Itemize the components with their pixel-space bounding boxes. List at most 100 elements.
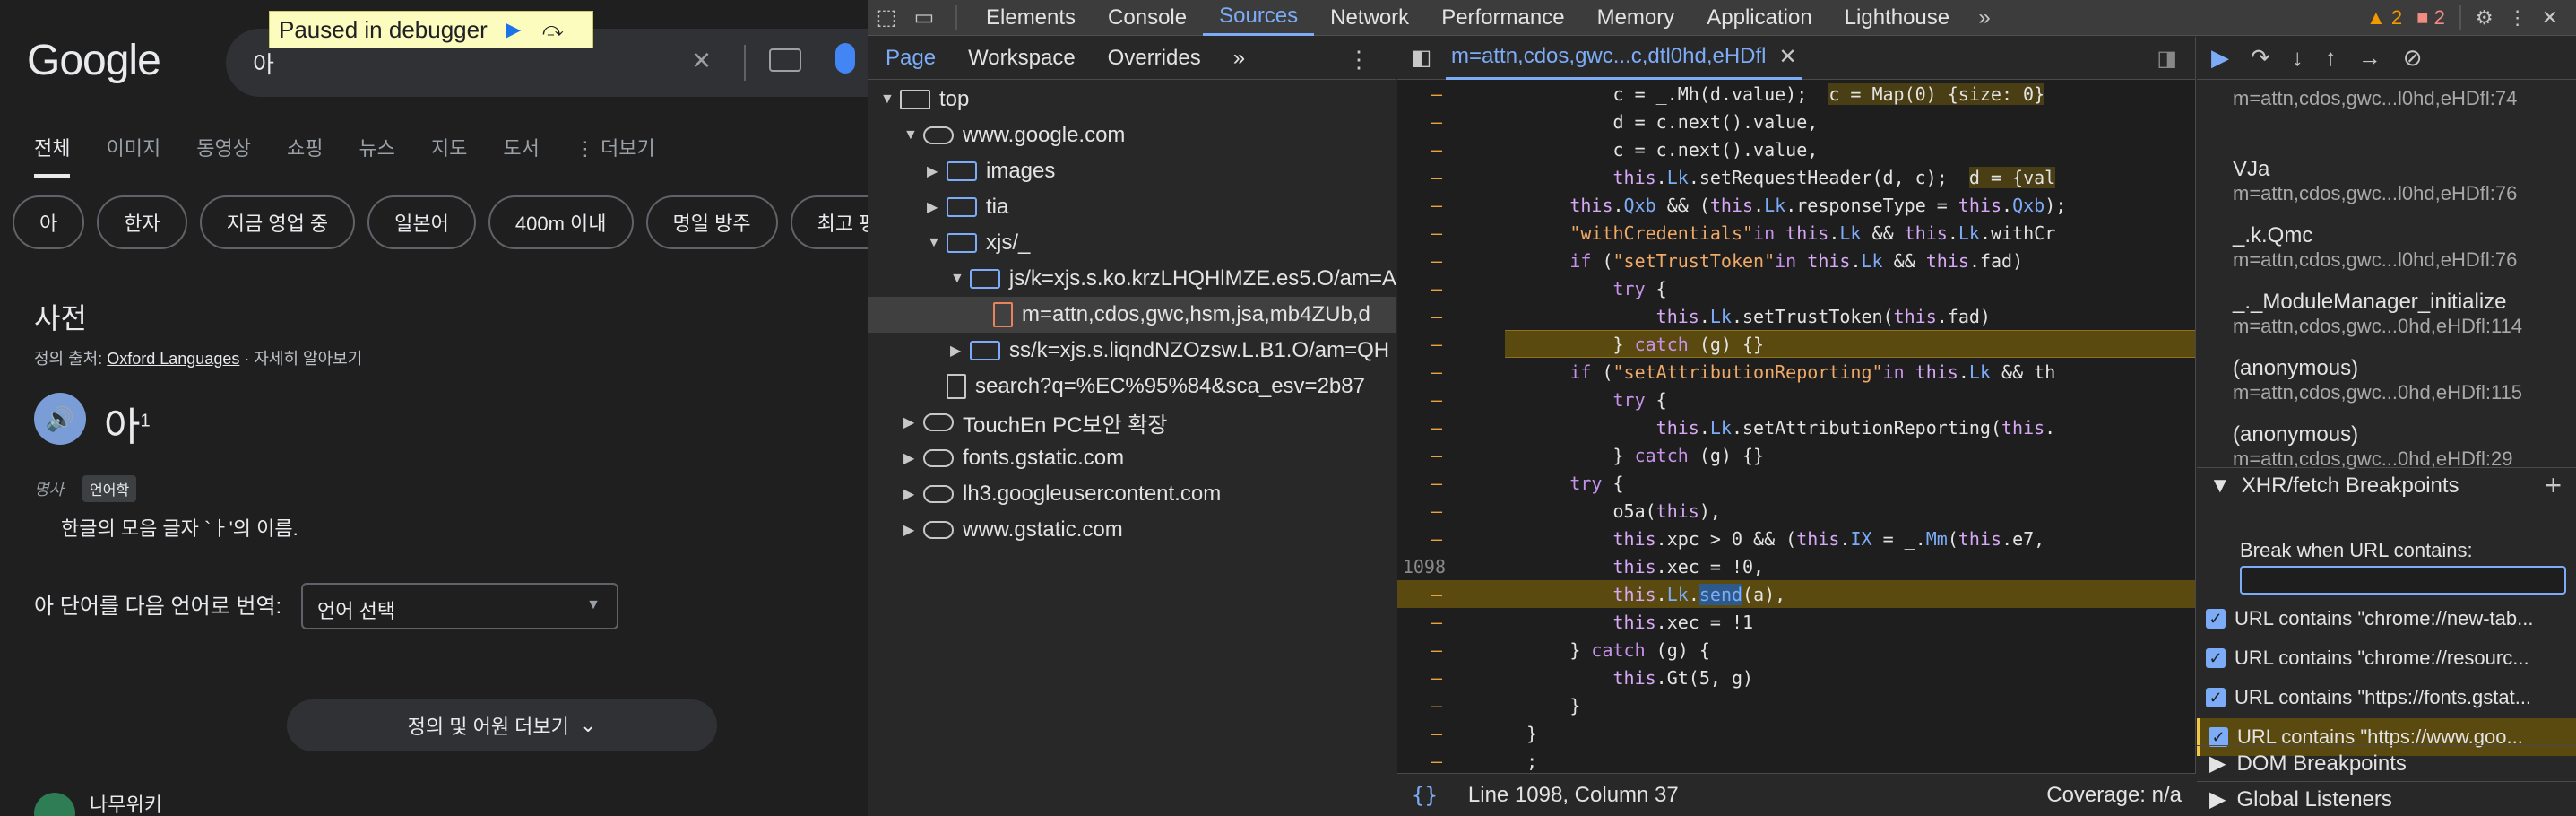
tab-memory[interactable]: Memory xyxy=(1581,0,1691,36)
chip[interactable]: 아 xyxy=(13,195,85,249)
expand-arrow-icon[interactable]: ▶ xyxy=(903,449,923,467)
step-over-icon[interactable]: ↷ xyxy=(2251,44,2270,72)
mic-icon[interactable] xyxy=(835,43,855,74)
cursor-position[interactable]: Line 1098, Column 37 xyxy=(1468,783,1679,808)
deactivate-breakpoints-icon[interactable]: ⊘ xyxy=(2403,44,2423,72)
tab-videos[interactable]: 동영상 xyxy=(196,133,251,178)
tree-node[interactable]: ▶ fonts.gstatic.com xyxy=(868,440,1396,476)
tab-page[interactable]: Page xyxy=(886,37,936,80)
resume-icon[interactable]: ▶ xyxy=(2211,44,2229,72)
xhr-breakpoint-item[interactable]: ✓ URL contains "https://fonts.gstat... xyxy=(2197,679,2576,716)
call-frame[interactable]: VJa m=attn,cdos,gwc...l0hd,eHDfl:76 xyxy=(2197,157,2576,205)
global-listeners-header[interactable]: ▶ Global Listeners xyxy=(2197,781,2576,816)
chip[interactable]: 400m 이내 xyxy=(488,195,634,249)
checkbox[interactable]: ✓ xyxy=(2206,688,2226,707)
step-over-icon[interactable]: ⤼ xyxy=(540,18,566,40)
kebab-menu-icon[interactable]: ⋮ xyxy=(2508,6,2528,30)
source-more[interactable]: · 자세히 알아보기 xyxy=(239,350,362,368)
step-icon[interactable]: → xyxy=(2358,44,2382,72)
chip[interactable]: 일본어 xyxy=(367,195,476,249)
xhr-breakpoints-header[interactable]: ▼ XHR/fetch Breakpoints + xyxy=(2197,467,2576,503)
tree-node[interactable]: ▶ tia xyxy=(868,189,1396,225)
tree-node[interactable]: ▶ TouchEn PC보안 확장 xyxy=(868,404,1396,440)
collapse-arrow-icon[interactable]: ▼ xyxy=(903,127,923,143)
chip[interactable]: 지금 영업 중 xyxy=(199,195,356,249)
expand-arrow-icon[interactable]: ▶ xyxy=(927,162,947,180)
call-frame[interactable]: m=attn,cdos,gwc...l0hd,eHDfl:74 xyxy=(2197,87,2576,110)
tab-images[interactable]: 이미지 xyxy=(106,133,160,178)
resume-icon[interactable]: ▶ xyxy=(500,18,527,40)
step-into-icon[interactable]: ↓ xyxy=(2292,44,2304,72)
tab-shopping[interactable]: 쇼핑 xyxy=(287,133,323,178)
google-logo[interactable]: Google xyxy=(27,36,161,85)
inspect-element-icon[interactable]: ⬚ xyxy=(868,0,905,36)
expand-arrow-icon[interactable]: ▶ xyxy=(950,342,970,360)
tab-network[interactable]: Network xyxy=(1314,0,1425,36)
collapse-arrow-icon[interactable]: ▼ xyxy=(950,271,970,287)
error-count[interactable]: ■ 2 xyxy=(2416,6,2445,30)
source-link[interactable]: Oxford Languages xyxy=(107,350,239,368)
checkbox[interactable]: ✓ xyxy=(2209,727,2228,747)
settings-gear-icon[interactable]: ⚙ xyxy=(2476,6,2494,30)
close-icon[interactable]: ✕ xyxy=(1779,44,1797,70)
tab-performance[interactable]: Performance xyxy=(1425,0,1580,36)
breakpoint-line-number[interactable]: 1098 xyxy=(1397,556,1483,577)
tree-node[interactable]: ▶ www.gstatic.com xyxy=(868,512,1396,548)
checkbox[interactable]: ✓ xyxy=(2206,609,2226,629)
search-input[interactable]: 아 xyxy=(253,47,274,80)
more-tabs-icon[interactable]: » xyxy=(1966,0,2003,36)
tab-news[interactable]: 뉴스 xyxy=(359,133,394,178)
tab-sources[interactable]: Sources xyxy=(1203,0,1315,36)
expand-arrow-icon[interactable]: ▶ xyxy=(903,485,923,503)
more-nav-tabs-icon[interactable]: » xyxy=(1233,37,1245,80)
language-select[interactable]: 언어 선택 ▼ xyxy=(301,583,618,629)
tab-books[interactable]: 도서 xyxy=(503,133,539,178)
open-file-tab[interactable]: m=attn,cdos,gwc...c,dtl0hd,eHDfl ✕ xyxy=(1446,37,1802,80)
tree-node[interactable]: ▼ xjs/_ xyxy=(868,225,1396,261)
tree-node[interactable]: ▼ top xyxy=(868,82,1396,117)
tab-elements[interactable]: Elements xyxy=(970,0,1092,36)
expand-arrow-icon[interactable]: ▶ xyxy=(903,413,923,431)
tab-lighthouse[interactable]: Lighthouse xyxy=(1828,0,1966,36)
tab-all[interactable]: 전체 xyxy=(34,133,71,178)
expand-arrow-icon[interactable]: ▶ xyxy=(903,521,923,539)
chip[interactable]: 최고 평점 xyxy=(790,195,868,249)
tree-node[interactable]: m=attn,cdos,gwc,hsm,jsa,mb4ZUb,d xyxy=(868,297,1396,333)
call-frame[interactable]: _._ModuleManager_initialize m=attn,cdos,g… xyxy=(2197,290,2576,338)
tab-more[interactable]: ⋮ 더보기 xyxy=(575,133,655,178)
checkbox[interactable]: ✓ xyxy=(2206,648,2226,668)
xhr-breakpoint-item[interactable]: ✓ URL contains "chrome://new-tab... xyxy=(2197,600,2576,638)
keyboard-icon[interactable] xyxy=(769,48,801,72)
tab-maps[interactable]: 지도 xyxy=(431,133,467,178)
call-frame[interactable]: (anonymous) m=attn,cdos,gwc...0hd,eHDfl:1… xyxy=(2197,356,2576,404)
break-url-input[interactable] xyxy=(2240,566,2566,595)
collapse-arrow-icon[interactable]: ▼ xyxy=(880,91,900,108)
tab-application[interactable]: Application xyxy=(1690,0,1828,36)
tree-node[interactable]: ▶ lh3.googleusercontent.com xyxy=(868,476,1396,512)
toggle-navigator-icon[interactable]: ◧ xyxy=(1397,45,1446,71)
code-view[interactable]: – c = _.Mh(d.value); c = Map(0) {size: 0… xyxy=(1397,80,2195,773)
tab-overrides[interactable]: Overrides xyxy=(1108,37,1201,80)
tree-node[interactable]: ▶ ss/k=xjs.s.liqndNZOzsw.L.B1.O/am=QH xyxy=(868,333,1396,369)
call-frame[interactable]: _.k.Qmc m=attn,cdos,gwc...l0hd,eHDfl:76 xyxy=(2197,223,2576,272)
call-frame[interactable]: (anonymous) m=attn,cdos,gwc...0hd,eHDfl:2… xyxy=(2197,422,2576,471)
step-out-icon[interactable]: ↑ xyxy=(2325,44,2337,72)
result-site-name[interactable]: 나무위키 xyxy=(90,789,162,816)
expand-arrow-icon[interactable]: ▶ xyxy=(927,198,947,216)
chip[interactable]: 한자 xyxy=(97,195,187,249)
close-icon[interactable]: ✕ xyxy=(2542,6,2558,30)
collapse-arrow-icon[interactable]: ▼ xyxy=(927,235,947,251)
tab-workspace[interactable]: Workspace xyxy=(968,37,1076,80)
clear-icon[interactable]: × xyxy=(692,41,711,79)
kebab-menu-icon[interactable]: ⋮ xyxy=(1347,46,1370,74)
warning-count[interactable]: ▲ 2 xyxy=(2366,6,2402,30)
device-toolbar-icon[interactable]: ▭ xyxy=(905,0,943,36)
speaker-icon[interactable]: 🔊 xyxy=(34,393,86,445)
xhr-breakpoint-item[interactable]: ✓ URL contains "chrome://resourc... xyxy=(2197,639,2576,677)
chip[interactable]: 명일 방주 xyxy=(645,195,778,249)
tree-node[interactable]: ▶ images xyxy=(868,153,1396,189)
tree-node[interactable]: search?q=%EC%95%84&sca_esv=2b87 xyxy=(868,369,1396,404)
pretty-print-icon[interactable]: {} xyxy=(1412,783,1438,808)
tree-node[interactable]: ▼ js/k=xjs.s.ko.krzLHQHlMZE.es5.O/am=A xyxy=(868,261,1396,297)
toggle-debugger-icon[interactable]: ◨ xyxy=(2157,46,2177,72)
